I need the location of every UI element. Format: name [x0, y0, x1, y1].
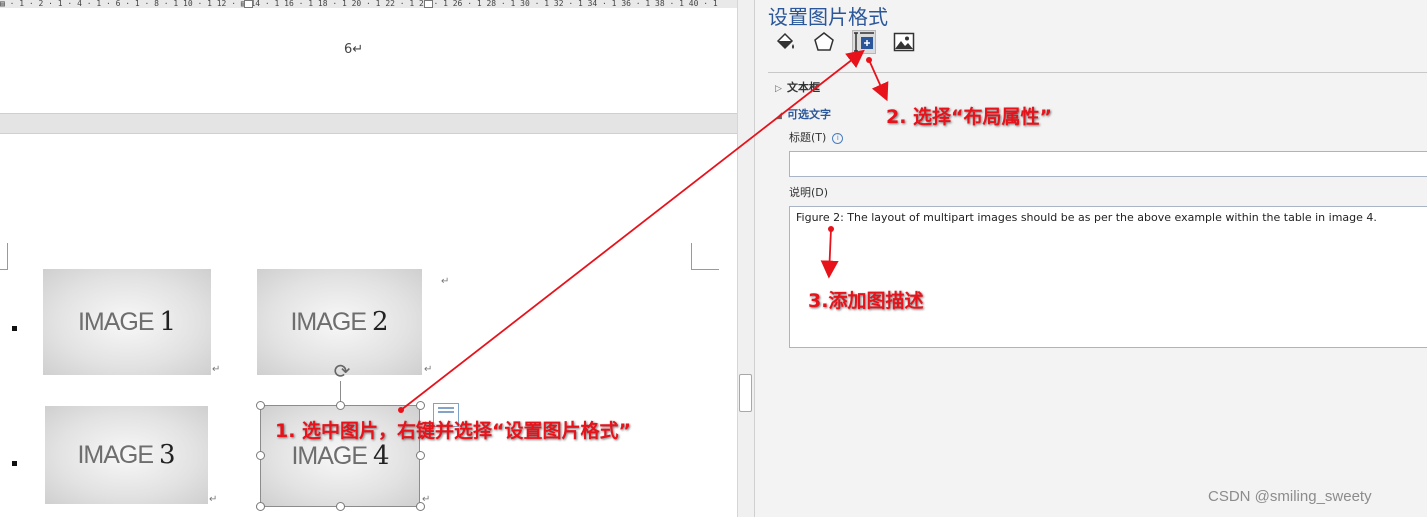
annotation-step1: 1. 选中图片，右键并选择“设置图片格式”: [275, 420, 632, 442]
watermark: CSDN @smiling_sweety: [1208, 488, 1372, 505]
resize-handle-ne[interactable]: [416, 401, 425, 410]
return-mark: ↵: [441, 276, 450, 287]
section-alt-text[interactable]: ◢ 可选文字: [775, 106, 831, 122]
image-label: IMAGE: [77, 307, 155, 336]
section-textbox-label: 文本框: [787, 81, 820, 94]
image-1[interactable]: IMAGE 1: [43, 269, 211, 375]
image-number: 2: [372, 307, 389, 337]
alt-description-textarea[interactable]: Figure 2: The layout of multipart images…: [789, 206, 1427, 348]
image-number: 3: [159, 440, 176, 470]
vertical-scrollbar[interactable]: [737, 0, 754, 517]
return-mark: ↵: [424, 364, 433, 375]
tab-picture[interactable]: [892, 30, 916, 54]
image-3[interactable]: IMAGE 3: [45, 406, 208, 504]
annotation-step3: 3.添加图描述: [808, 290, 924, 312]
tab-layout-properties[interactable]: [852, 30, 876, 54]
scrollbar-thumb[interactable]: [739, 374, 752, 412]
rotate-handle-icon[interactable]: ⟳: [332, 361, 352, 381]
resize-handle-se[interactable]: [416, 502, 425, 511]
title-label: 标题(T): [789, 131, 827, 144]
horizontal-ruler[interactable]: ▤ · 1 · 2 · 1 · 4 · 1 · 6 · 1 · 8 · 1 10…: [0, 0, 737, 8]
effects-icon: [814, 32, 834, 51]
fill-line-icon: [776, 32, 794, 50]
resize-handle-nw[interactable]: [256, 401, 265, 410]
section-alt-text-label: 可选文字: [787, 108, 831, 121]
collapse-triangle-icon: ◢: [775, 111, 782, 121]
desc-label: 说明(D): [789, 186, 829, 199]
image-label: IMAGE: [290, 307, 367, 336]
tab-fill-line[interactable]: [773, 30, 797, 54]
tab-effects[interactable]: [812, 30, 836, 54]
expand-triangle-icon: ▷: [775, 84, 782, 94]
annotation-step2: 2. 选择“布局属性”: [886, 106, 1053, 128]
info-icon[interactable]: i: [832, 133, 844, 144]
return-mark: ↵: [212, 364, 221, 375]
page-break-gap: [0, 113, 737, 134]
resize-handle-s[interactable]: [336, 502, 345, 511]
bullet: [12, 461, 17, 466]
bullet: [12, 326, 17, 331]
ruler-right-indent-marker[interactable]: [424, 0, 433, 8]
resize-handle-e[interactable]: [416, 451, 425, 460]
section-textbox[interactable]: ▷ 文本框: [775, 79, 820, 95]
resize-handle-n[interactable]: [336, 401, 345, 410]
resize-handle-w[interactable]: [256, 451, 265, 460]
image-label: IMAGE: [77, 440, 154, 469]
return-mark: ↵: [209, 494, 218, 505]
image-number: 1: [159, 307, 177, 337]
pane-separator: [768, 72, 1427, 73]
page-number: 6↵: [344, 42, 364, 57]
margin-corner-right: [691, 243, 719, 270]
resize-handle-sw[interactable]: [256, 502, 265, 511]
layout-properties-icon: [854, 32, 874, 52]
ruler-ticks: ▤ · 1 · 2 · 1 · 4 · 1 · 6 · 1 · 8 · 1 10…: [0, 0, 718, 8]
ruler-indent-marker[interactable]: [244, 0, 253, 8]
alt-title-input[interactable]: [789, 151, 1427, 177]
picture-icon: [893, 32, 915, 52]
title-label-row: 标题(T) i: [789, 129, 844, 145]
pane-title: 设置图片格式: [768, 5, 888, 29]
margin-corner-left: [0, 243, 8, 270]
